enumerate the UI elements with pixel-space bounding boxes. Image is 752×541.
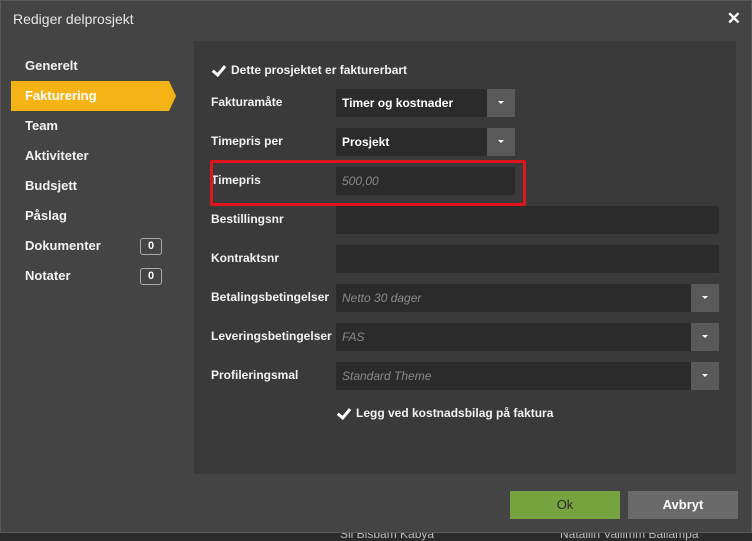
checkmark-icon bbox=[336, 406, 350, 420]
rate-per-label: Timepris per bbox=[211, 134, 283, 148]
billable-checkbox[interactable]: Dette prosjektet er fakturerbart bbox=[211, 63, 407, 77]
sidebar-item-paslag[interactable]: Påslag bbox=[1, 201, 186, 231]
delivery-terms-placeholder: FAS bbox=[342, 330, 365, 344]
billable-label: Dette prosjektet er fakturerbart bbox=[231, 63, 408, 77]
attach-receipts-label: Legg ved kostnadsbilag på faktura bbox=[356, 406, 554, 420]
delivery-terms-label: Leveringsbetingelser bbox=[211, 329, 332, 343]
billing-method-label: Fakturamåte bbox=[211, 95, 283, 109]
count-badge: 0 bbox=[140, 238, 162, 255]
sidebar-item-label: Team bbox=[25, 118, 58, 133]
chevron-down-icon[interactable] bbox=[691, 362, 719, 390]
contract-no-label: Kontraktsnr bbox=[211, 251, 280, 265]
sidebar-item-label: Påslag bbox=[25, 208, 67, 223]
order-no-label: Bestillingsnr bbox=[211, 212, 284, 226]
chevron-down-icon[interactable] bbox=[487, 89, 515, 117]
billing-panel: Dette prosjektet er fakturerbart Faktura… bbox=[194, 41, 736, 474]
chevron-down-icon[interactable] bbox=[487, 128, 515, 156]
order-no-input[interactable] bbox=[336, 206, 719, 234]
sidebar-item-label: Budsjett bbox=[25, 178, 77, 193]
sidebar-item-label: Dokumenter bbox=[25, 238, 101, 253]
sidebar-item-aktiviteter[interactable]: Aktiviteter bbox=[1, 141, 186, 171]
sidebar-item-notater[interactable]: Notater 0 bbox=[1, 261, 186, 291]
cancel-button[interactable]: Avbryt bbox=[628, 491, 738, 519]
edit-subproject-dialog: Rediger delprosjekt ✕ Generelt Faktureri… bbox=[0, 0, 752, 533]
payment-terms-placeholder: Netto 30 dager bbox=[342, 291, 422, 305]
sidebar-item-label: Fakturering bbox=[25, 88, 97, 103]
highlight-box bbox=[210, 160, 526, 206]
sidebar-item-budsjett[interactable]: Budsjett bbox=[1, 171, 186, 201]
dialog-title: Rediger delprosjekt bbox=[13, 11, 134, 27]
payment-terms-label: Betalingsbetingelser bbox=[211, 290, 330, 304]
payment-terms-select[interactable]: Netto 30 dager bbox=[336, 284, 691, 312]
sidebar-item-dokumenter[interactable]: Dokumenter 0 bbox=[1, 231, 186, 261]
billing-method-select[interactable]: Timer og kostnader bbox=[336, 89, 487, 117]
dialog-titlebar: Rediger delprosjekt ✕ bbox=[1, 1, 751, 39]
rate-per-value: Prosjekt bbox=[342, 135, 390, 149]
contract-no-input[interactable] bbox=[336, 245, 719, 273]
ok-button[interactable]: Ok bbox=[510, 491, 620, 519]
close-icon[interactable]: ✕ bbox=[727, 9, 741, 29]
sidebar-item-team[interactable]: Team bbox=[1, 111, 186, 141]
chevron-down-icon[interactable] bbox=[691, 284, 719, 312]
sidebar-item-label: Notater bbox=[25, 268, 71, 283]
count-badge: 0 bbox=[140, 268, 162, 285]
checkmark-icon bbox=[211, 63, 225, 77]
sidebar-item-label: Generelt bbox=[25, 58, 78, 73]
sidebar-item-label: Aktiviteter bbox=[25, 148, 89, 163]
profile-template-label: Profileringsmal bbox=[211, 368, 299, 382]
profile-template-placeholder: Standard Theme bbox=[342, 369, 432, 383]
billing-method-value: Timer og kostnader bbox=[342, 96, 454, 110]
attach-receipts-checkbox[interactable]: Legg ved kostnadsbilag på faktura bbox=[336, 406, 553, 420]
chevron-down-icon[interactable] bbox=[691, 323, 719, 351]
sidebar-item-fakturering[interactable]: Fakturering bbox=[11, 81, 176, 111]
delivery-terms-select[interactable]: FAS bbox=[336, 323, 691, 351]
sidebar-item-generelt[interactable]: Generelt bbox=[1, 51, 186, 81]
sidebar-nav: Generelt Fakturering Team Aktiviteter Bu… bbox=[1, 51, 186, 291]
rate-per-select[interactable]: Prosjekt bbox=[336, 128, 487, 156]
profile-template-select[interactable]: Standard Theme bbox=[336, 362, 691, 390]
